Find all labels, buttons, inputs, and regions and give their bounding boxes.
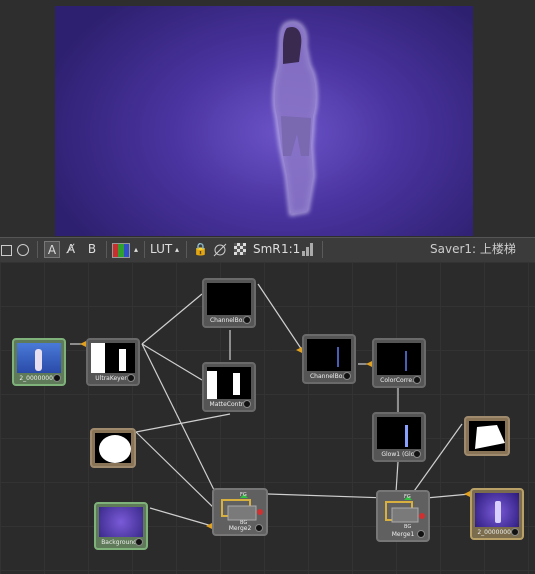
buffer-b-button[interactable]: B [84,241,100,258]
channel-booleans-2-thumbnail [307,339,351,371]
node-status-dot [413,450,421,458]
node-status-dot [511,528,519,536]
toolbar-separator [144,241,145,258]
glow-thumbnail [377,417,421,449]
channel-booleans-1-thumbnail [207,283,251,315]
rectangle-tool-icon[interactable] [0,241,12,258]
glow-node[interactable]: Glow1 (Glo) [372,412,426,462]
loader-node[interactable]: 2_0000000... [12,338,66,386]
toolbar-separator [186,241,187,258]
saver-status-text: Saver1: 上楼梯 [430,242,516,256]
polygon-mask-node[interactable] [464,416,510,456]
buffer-ab-button[interactable]: A̸ [63,241,79,258]
background-node[interactable]: Background1 [94,502,148,550]
color-corrector-thumbnail [377,343,421,375]
toolbar-separator [322,241,323,258]
toolbar-separator [106,241,107,258]
flow-editor[interactable]: 2_0000000... UltraKeyer1 ChannelBo... Ma… [0,262,535,574]
node-status-dot [127,374,135,382]
roi-icon[interactable] [212,241,228,258]
node-status-dot [413,376,421,384]
saver-thumbnail [475,493,519,527]
buffer-a-button[interactable]: A [44,241,60,258]
node-status-dot [53,374,61,382]
viewer-panel[interactable] [0,0,535,237]
node-status-dot [255,524,263,532]
node-status-dot [343,372,351,380]
saver-node[interactable]: 2_0000000... [470,488,524,540]
matte-control-node[interactable]: MatteContr... [202,362,256,412]
color-corrector-node[interactable]: ColorCorre... [372,338,426,388]
toolbar-separator [37,241,38,258]
background-thumbnail [99,507,143,537]
fg-port-label: FG [240,492,247,498]
node-status-dot [243,400,251,408]
lut-button[interactable]: LUT [150,241,172,258]
channel-booleans-1-node[interactable]: ChannelBo... [202,278,256,328]
lut-dropdown-arrow-icon[interactable]: ▴ [173,241,181,258]
matte-control-thumbnail [207,367,251,399]
polygon-mask-thumbnail [469,421,505,451]
lock-icon[interactable]: 🔒 [193,241,208,258]
viewer-toolbar: A A̸ B ▴ LUT ▴ 🔒 SmR 1:1 Saver1: 上楼梯 [0,237,535,263]
viewer-image[interactable] [55,6,473,236]
ellipse-tool-icon[interactable] [16,241,30,258]
channel-booleans-2-node[interactable]: ChannelBo... [302,334,356,384]
ultrakeyer-node[interactable]: UltraKeyer1 [86,338,140,386]
merge1-node[interactable]: FG BG Merge1 [376,490,430,542]
ellipse-mask-thumbnail [95,433,131,463]
ratio-button[interactable]: 1:1 [281,241,300,258]
node-status-dot [135,538,143,546]
node-status-dot [417,530,425,538]
levels-icon[interactable] [302,241,316,258]
node-status-dot [243,316,251,324]
smr-button[interactable]: SmR [253,241,281,258]
merge2-node[interactable]: FG BG Merge2 [212,488,268,536]
checker-icon[interactable] [234,241,248,258]
color-channels-icon[interactable] [112,241,130,258]
loader-thumbnail [17,343,61,373]
keyed-figure [273,21,318,216]
fg-port-label: FG [404,494,411,500]
ultrakeyer-thumbnail [91,343,135,373]
ellipse-mask-node[interactable] [90,428,136,468]
channels-dropdown-arrow-icon[interactable]: ▴ [132,241,140,258]
